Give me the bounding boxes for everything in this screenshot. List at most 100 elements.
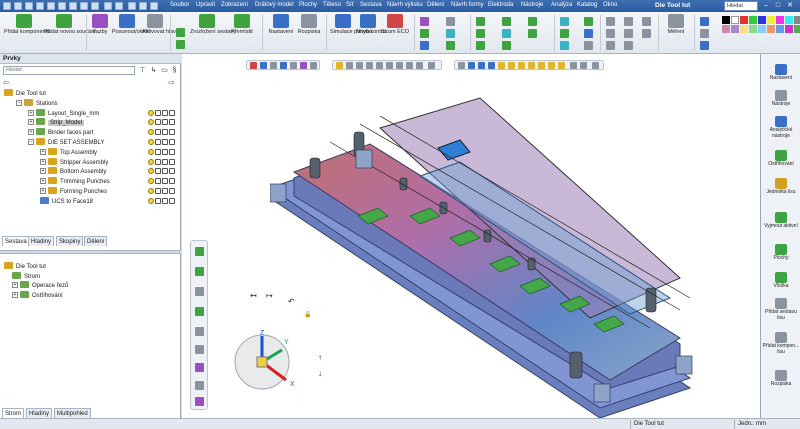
tree-item[interactable]: + Binder faces part bbox=[28, 128, 93, 137]
search-input[interactable]: Hledat bbox=[724, 1, 758, 11]
toggle-icon[interactable] bbox=[169, 148, 175, 155]
minimize-button[interactable]: – bbox=[762, 2, 770, 10]
toggle-icon[interactable] bbox=[169, 168, 175, 175]
right-tool-extract[interactable]: Vyjmout aktivní bbox=[761, 212, 800, 230]
visibility-toggles[interactable] bbox=[148, 109, 178, 117]
print-icon[interactable] bbox=[47, 2, 55, 10]
text-icon[interactable] bbox=[606, 41, 615, 50]
light-bulb-icon[interactable] bbox=[148, 168, 154, 175]
tool-icon[interactable] bbox=[195, 397, 204, 406]
hidden-icon[interactable] bbox=[270, 62, 277, 69]
zoom-icon[interactable] bbox=[700, 17, 709, 26]
toggle-icon[interactable] bbox=[162, 139, 168, 145]
relocate-button[interactable]: Přemístit bbox=[226, 14, 258, 35]
eco-tree-button[interactable]: Strom ECO bbox=[380, 14, 410, 35]
light-bulb-icon[interactable] bbox=[148, 109, 154, 116]
forward-arrow-icon[interactable]: ⇨ bbox=[168, 78, 175, 87]
filter-face-icon[interactable] bbox=[478, 62, 485, 69]
grid-icon[interactable] bbox=[176, 28, 185, 37]
expand-toggle-icon[interactable]: + bbox=[28, 119, 34, 126]
toggle-icon[interactable] bbox=[162, 197, 168, 204]
customize-icon[interactable] bbox=[150, 2, 158, 10]
swatch[interactable] bbox=[767, 16, 775, 24]
tab-tree[interactable]: Strom bbox=[2, 408, 25, 418]
filter-point-icon[interactable] bbox=[498, 62, 505, 69]
tree-item[interactable]: + Layout_Single_mm bbox=[28, 108, 99, 118]
tree-item[interactable]: UCS to Face18 bbox=[40, 196, 93, 206]
solid-icon[interactable] bbox=[420, 41, 429, 50]
zoom-all-icon[interactable] bbox=[386, 62, 393, 69]
toggle-icon[interactable] bbox=[162, 129, 168, 136]
spread-button[interactable]: Rozpiska bbox=[296, 14, 322, 35]
visibility-toggles[interactable] bbox=[148, 148, 178, 156]
trim-icon[interactable] bbox=[560, 17, 569, 26]
app-icon[interactable] bbox=[3, 2, 11, 10]
swatch[interactable] bbox=[749, 25, 757, 33]
feature-filter-input[interactable]: Hledat bbox=[3, 66, 135, 75]
toggle-icon[interactable] bbox=[155, 158, 161, 165]
pan-icon[interactable] bbox=[356, 62, 363, 69]
filter-curve-icon[interactable] bbox=[508, 62, 515, 69]
select-icon[interactable] bbox=[139, 2, 147, 10]
expand-toggle-icon[interactable]: + bbox=[40, 178, 46, 185]
tree-item[interactable]: Die Tool tut bbox=[4, 262, 46, 271]
filter-part-icon[interactable] bbox=[468, 62, 475, 69]
sort-icon[interactable]: § bbox=[170, 66, 179, 75]
constraints-button[interactable]: Vazby bbox=[90, 14, 110, 35]
back-arrow-icon[interactable]: ⇦ bbox=[3, 78, 10, 87]
paste-icon[interactable] bbox=[80, 2, 88, 10]
tool-icon[interactable] bbox=[195, 267, 204, 276]
swatch[interactable] bbox=[740, 25, 748, 33]
tree-item[interactable]: + Stripper Assembly bbox=[40, 157, 108, 167]
visibility-toggles[interactable] bbox=[148, 139, 178, 146]
split-icon[interactable] bbox=[528, 29, 537, 38]
toggle-icon[interactable] bbox=[162, 119, 168, 126]
filter-dropdown-icon[interactable] bbox=[592, 62, 599, 69]
tree-item[interactable]: + Forming Punches bbox=[40, 187, 107, 196]
tree-item[interactable]: − Stations bbox=[16, 98, 58, 108]
toggle-icon[interactable] bbox=[155, 168, 161, 175]
tree-item[interactable]: + Ostřihování bbox=[12, 290, 63, 300]
grid-icon[interactable] bbox=[642, 29, 651, 38]
tree-item[interactable]: + Operace řezů bbox=[12, 281, 68, 290]
toggle-icon[interactable] bbox=[155, 188, 161, 194]
explode-button[interactable]: Zrozložení sestavy bbox=[190, 14, 236, 35]
status-units[interactable]: Jedn.: mm bbox=[734, 420, 800, 429]
expand-toggle-icon[interactable]: + bbox=[40, 168, 46, 175]
toggle-icon[interactable] bbox=[169, 139, 175, 145]
measure-button[interactable]: Měření bbox=[662, 14, 690, 35]
hatch-icon[interactable] bbox=[624, 29, 633, 38]
visibility-toggles[interactable] bbox=[148, 178, 178, 185]
render-icon[interactable] bbox=[280, 62, 287, 69]
swatch[interactable] bbox=[758, 25, 766, 33]
tool-icon[interactable] bbox=[195, 287, 204, 296]
menu-tools[interactable]: Nástroje bbox=[521, 2, 543, 8]
extrude-icon[interactable] bbox=[476, 29, 485, 38]
tool-icon[interactable] bbox=[195, 247, 204, 256]
revolve-icon[interactable] bbox=[476, 41, 485, 50]
expand-toggle-icon[interactable]: + bbox=[28, 129, 34, 136]
wireframe-icon[interactable] bbox=[250, 62, 257, 69]
simulate-button[interactable]: Simulace pohybu bbox=[330, 14, 372, 35]
toggle-icon[interactable] bbox=[169, 119, 175, 126]
toggle-icon[interactable] bbox=[155, 139, 161, 145]
visibility-toggles[interactable] bbox=[148, 168, 178, 175]
tab-layers-bottom[interactable]: Hladiny bbox=[26, 408, 53, 418]
menu-mesh[interactable]: Síť bbox=[346, 2, 354, 8]
open-icon[interactable] bbox=[25, 2, 33, 10]
tab-parting[interactable]: Dělení bbox=[84, 236, 108, 246]
expand-toggle-icon[interactable]: + bbox=[40, 188, 46, 194]
fit-icon[interactable] bbox=[700, 29, 709, 38]
menu-wireframe[interactable]: Drátový model bbox=[255, 2, 294, 8]
menu-file[interactable]: Soubor bbox=[170, 2, 189, 8]
tree-item[interactable]: − DIE SET ASSEMBLY bbox=[28, 138, 104, 147]
swatch[interactable] bbox=[776, 16, 784, 24]
filter-solid-icon[interactable] bbox=[528, 62, 535, 69]
blend-icon[interactable] bbox=[502, 29, 511, 38]
toggle-icon[interactable] bbox=[162, 148, 168, 155]
visibility-toggles[interactable] bbox=[148, 188, 178, 195]
maximize-button[interactable]: □ bbox=[774, 2, 782, 10]
menu-window[interactable]: Okno bbox=[603, 2, 617, 8]
front-view-icon[interactable] bbox=[406, 62, 413, 69]
toggle-icon[interactable] bbox=[162, 168, 168, 175]
